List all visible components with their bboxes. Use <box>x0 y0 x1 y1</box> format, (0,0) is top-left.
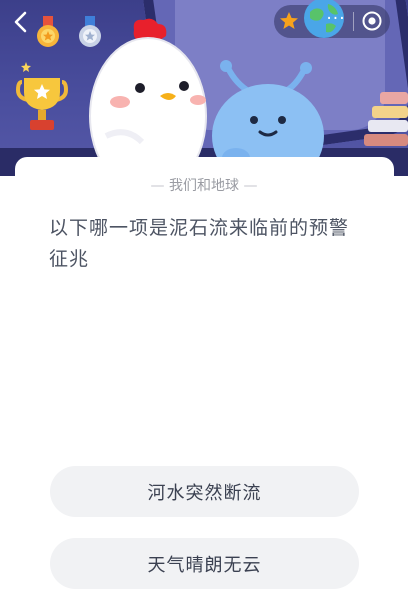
answer-option-2[interactable]: 天气晴朗无云 <box>50 538 359 589</box>
gold-medal-icon <box>37 16 59 47</box>
category-text: 我们和地球 <box>169 178 239 194</box>
more-dots-icon[interactable]: ··· <box>322 11 350 29</box>
trophy-icon <box>15 62 69 130</box>
category-label: — 我们和地球 — <box>150 178 258 194</box>
chicken-mascot <box>89 18 207 176</box>
answer-option-1[interactable]: 河水突然断流 <box>50 466 359 517</box>
capsule-divider <box>353 12 354 31</box>
target-circle-icon[interactable] <box>361 10 383 32</box>
question-text: 以下哪一项是泥石流来临前的预警征兆 <box>49 217 350 270</box>
star-icon[interactable] <box>278 10 300 32</box>
chevron-left-icon[interactable] <box>10 10 32 34</box>
books-illustration <box>364 92 408 150</box>
